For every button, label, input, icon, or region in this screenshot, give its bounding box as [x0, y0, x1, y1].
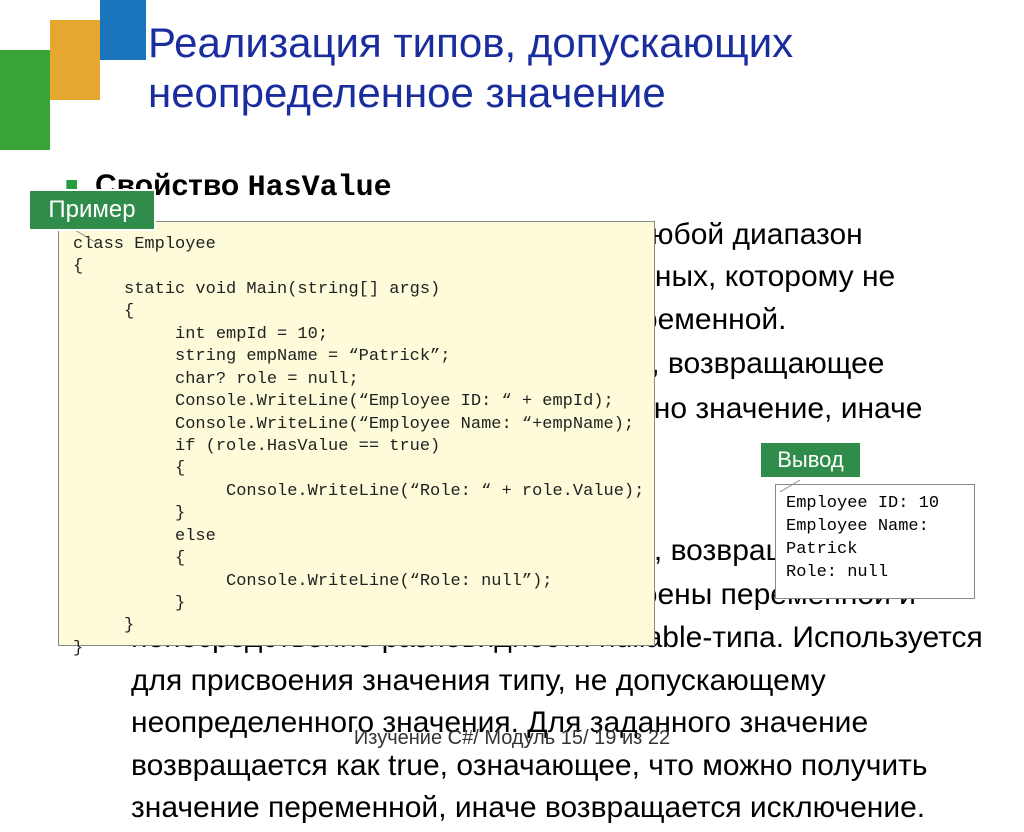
output-box: Employee ID: 10 Employee Name: Patrick R… [775, 484, 975, 599]
section1-heading-code: HasValue [248, 171, 392, 205]
slide-footer: Изучение C#/ Модуль 15/ 19 из 22 [0, 727, 1024, 750]
slide-title: Реализация типов, допускающих неопределе… [148, 18, 1024, 119]
decor-blue [100, 0, 146, 60]
decor-orange [50, 20, 100, 100]
decor-green [0, 50, 50, 150]
code-box: class Employee { static void Main(string… [58, 221, 655, 646]
callout-example: Пример [28, 189, 156, 231]
callout-output: Вывод [759, 441, 862, 479]
